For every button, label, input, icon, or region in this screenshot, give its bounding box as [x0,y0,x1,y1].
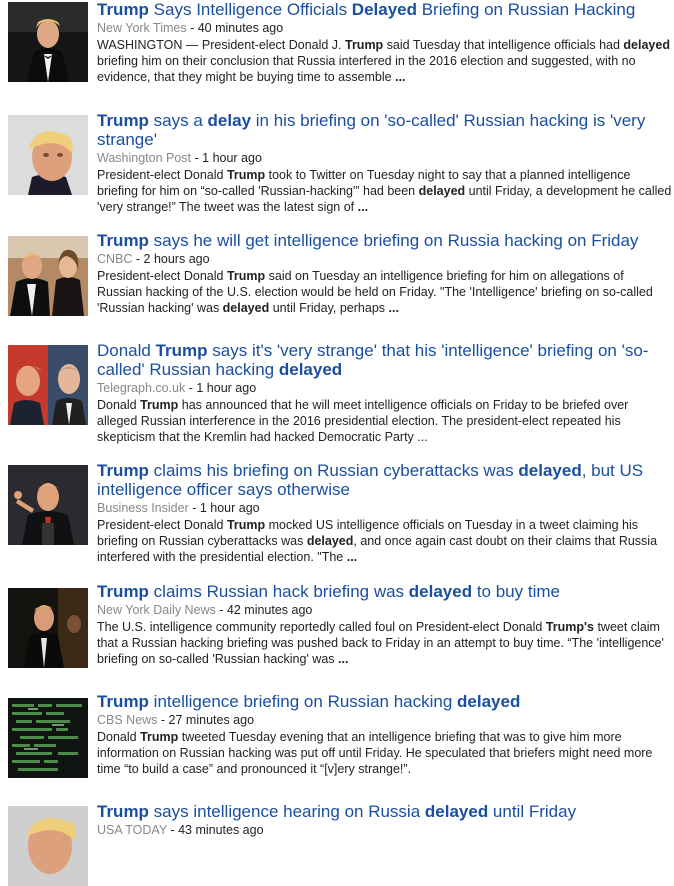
article-snippet: Donald Trump has announced that he will … [97,398,629,445]
timestamp: 40 minutes ago [197,21,284,35]
news-results-list: Trump Says Intelligence Officials Delaye… [0,0,674,886]
article-title-link[interactable]: Trump claims his briefing on Russian cyb… [97,461,672,499]
article-snippet: President-elect Donald Trump said on Tue… [97,269,653,316]
article-thumbnail[interactable] [8,698,88,778]
article-meta: CBS News - 27 minutes ago [97,712,672,728]
article-thumbnail[interactable] [8,236,88,316]
trump-pointing-photo-icon [8,465,88,545]
article-thumbnail[interactable] [8,2,88,82]
timestamp: 27 minutes ago [168,713,255,727]
source-name: CBS News [97,713,158,727]
source-name: Business Insider [97,501,189,515]
article-thumbnail[interactable] [8,465,88,545]
meta-separator: - [186,21,198,35]
article-thumbnail[interactable] [8,115,88,195]
article-meta: Washington Post - 1 hour ago [97,150,672,166]
timestamp: 1 hour ago [199,501,260,515]
article-meta: Telegraph.co.uk - 1 hour ago [97,380,672,396]
article-meta: Business Insider - 1 hour ago [97,500,672,516]
article-thumbnail[interactable] [8,345,88,425]
article-meta: CNBC - 2 hours ago [97,251,672,267]
trump-partial-photo-icon [8,806,88,886]
article-snippet: President-elect Donald Trump took to Twi… [97,168,672,215]
source-name: Washington Post [97,151,192,165]
meta-separator: - [132,252,144,266]
article-meta: USA TODAY - 43 minutes ago [97,822,672,838]
article-thumbnail[interactable] [8,806,88,886]
timestamp: 1 hour ago [202,151,262,165]
article-meta: New York Times - 40 minutes ago [97,20,672,36]
meta-separator: - [157,713,169,727]
article-title-link[interactable]: Trump Says Intelligence Officials Delaye… [97,0,672,19]
trump-tuxedo-photo-icon [8,2,88,82]
trump-putin-photo-icon [8,345,88,425]
article-thumbnail[interactable] [8,588,88,668]
source-name: Telegraph.co.uk [97,381,186,395]
article-title-link[interactable]: Trump intelligence briefing on Russian h… [97,692,672,711]
article-title-link[interactable]: Trump says intelligence hearing on Russi… [97,802,672,821]
article-snippet: WASHINGTON — President-elect Donald J. T… [97,38,670,85]
code-screen-photo-icon [8,698,88,778]
source-name: CNBC [97,252,133,266]
article-title-link[interactable]: Donald Trump says it's 'very strange' th… [97,341,672,379]
article-meta: New York Daily News - 42 minutes ago [97,602,672,618]
timestamp: 2 hours ago [143,252,210,266]
timestamp: 1 hour ago [196,381,257,395]
source-name: New York Daily News [97,603,216,617]
article-snippet: The U.S. intelligence community reported… [97,620,664,667]
article-snippet: Donald Trump tweeted Tuesday evening tha… [97,730,653,777]
trump-couple-photo-icon [8,236,88,316]
timestamp: 42 minutes ago [226,603,313,617]
meta-separator: - [188,501,200,515]
meta-separator: - [215,603,227,617]
article-title-link[interactable]: Trump claims Russian hack briefing was d… [97,582,672,601]
meta-separator: - [191,151,203,165]
article-title-link[interactable]: Trump says he will get intelligence brie… [97,231,672,250]
article-title-link[interactable]: Trump says a delay in his briefing on 's… [97,111,672,149]
trump-stage-photo-icon [8,588,88,668]
source-name: New York Times [97,21,187,35]
article-snippet: President-elect Donald Trump mocked US i… [97,518,658,565]
meta-separator: - [185,381,197,395]
trump-portrait-photo-icon [8,115,88,195]
